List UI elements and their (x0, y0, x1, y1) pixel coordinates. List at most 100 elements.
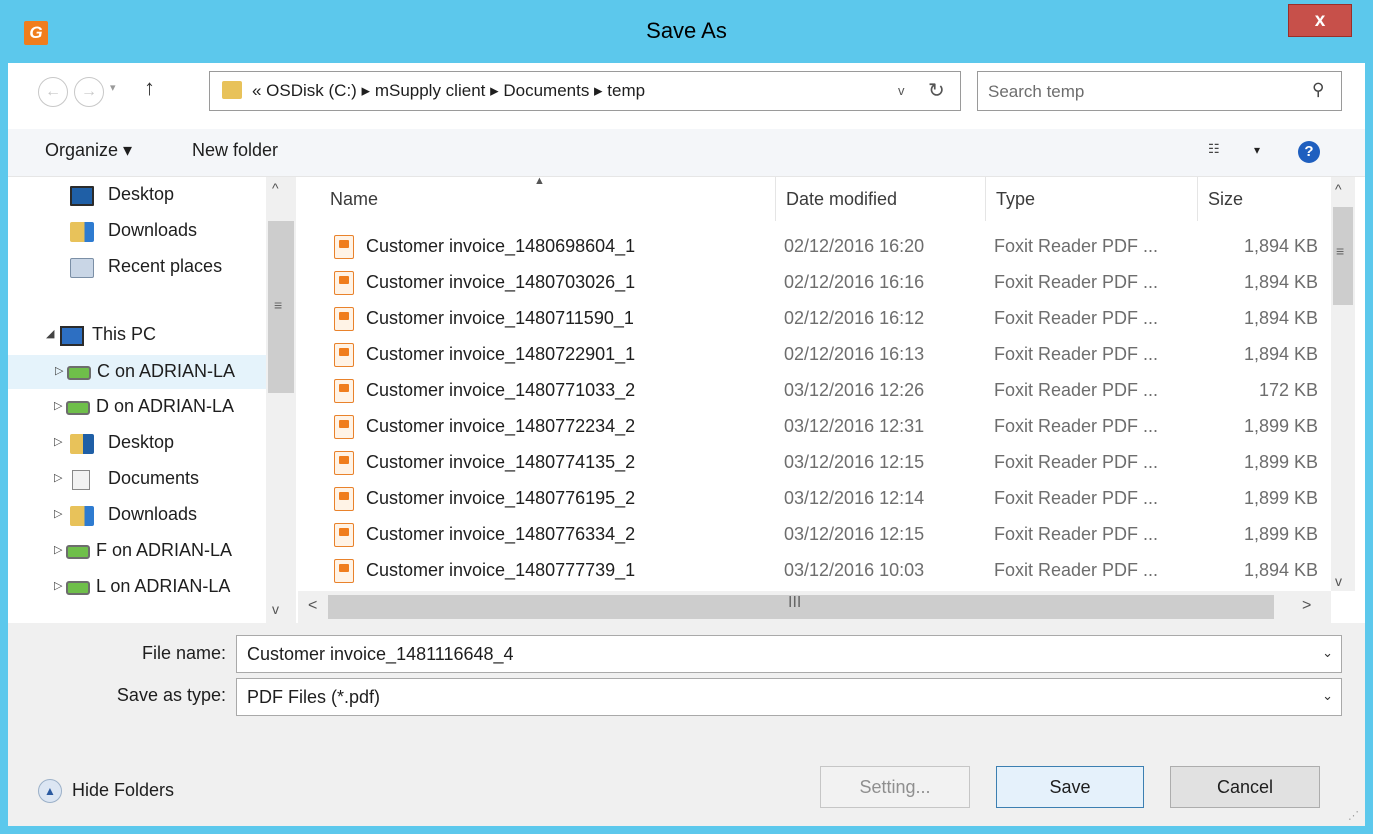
collapsed-arrow-icon[interactable]: ▷ (54, 399, 62, 412)
save-as-type-label: Save as type: (116, 685, 226, 705)
new-folder-button[interactable]: New folder (192, 140, 278, 161)
collapsed-arrow-icon[interactable]: ▷ (54, 471, 62, 484)
nav-item-f-drive[interactable]: ▷ F on ADRIAN-LA (8, 535, 268, 569)
scroll-left-arrow-icon[interactable]: < (308, 597, 317, 615)
chevron-down-icon[interactable]: ⌄ (1322, 645, 1333, 661)
view-dropdown-chevron-icon[interactable]: ▾ (1254, 143, 1260, 157)
breadcrumb[interactable]: « OSDisk (C:) ▸ mSupply client ▸ Documen… (252, 81, 645, 101)
file-type: Foxit Reader PDF ... (994, 452, 1159, 472)
table-row[interactable]: Customer invoice_1480774135_2 03/12/2016… (298, 445, 1331, 481)
nav-item-recent-places[interactable]: Recent places (8, 251, 268, 285)
command-toolbar: Organize ▾ New folder ☷ ▾ ? (8, 129, 1365, 177)
table-row[interactable]: Customer invoice_1480776334_2 03/12/2016… (298, 517, 1331, 553)
scroll-up-arrow-icon[interactable]: ^ (1335, 181, 1342, 197)
view-options-icon[interactable]: ☷ (1208, 141, 1228, 161)
scroll-down-arrow-icon[interactable]: v (272, 601, 279, 617)
setting-button[interactable]: Setting... (820, 766, 970, 808)
file-date: 02/12/2016 16:12 (784, 308, 925, 328)
table-row[interactable]: Customer invoice_1480703026_1 02/12/2016… (298, 265, 1331, 301)
file-date: 03/12/2016 10:03 (784, 560, 925, 580)
scrollbar-grip-icon: III (788, 594, 802, 611)
save-as-type-select[interactable]: PDF Files (*.pdf) ⌄ (236, 678, 1342, 716)
file-size: 1,899 KB (1243, 488, 1318, 508)
cancel-button[interactable]: Cancel (1170, 766, 1320, 808)
file-date: 03/12/2016 12:26 (784, 380, 925, 400)
chevron-down-icon[interactable]: ⌄ (1322, 688, 1333, 704)
column-header-name[interactable]: ▲ Name (298, 177, 776, 221)
network-drive-icon (66, 401, 90, 415)
table-row[interactable]: Customer invoice_1480711590_1 02/12/2016… (298, 301, 1331, 337)
address-dropdown-chevron-icon[interactable]: v (898, 83, 905, 98)
file-size: 1,899 KB (1243, 416, 1318, 436)
save-button[interactable]: Save (996, 766, 1144, 808)
file-type: Foxit Reader PDF ... (994, 524, 1159, 544)
expanded-arrow-icon[interactable]: ◢ (46, 327, 54, 340)
table-row[interactable]: Customer invoice_1480776195_2 03/12/2016… (298, 481, 1331, 517)
scrollbar-grip-icon: ≡ (274, 297, 283, 313)
column-header-size[interactable]: Size (1198, 177, 1331, 221)
pdf-file-icon (334, 307, 354, 331)
up-arrow-icon[interactable]: ↑ (144, 75, 155, 101)
file-size: 1,894 KB (1243, 236, 1318, 256)
nav-item-label: D on ADRIAN-LA (96, 396, 235, 416)
collapsed-arrow-icon[interactable]: ▷ (54, 435, 62, 448)
close-button[interactable]: x (1288, 4, 1352, 37)
table-row[interactable]: Customer invoice_1480777739_1 03/12/2016… (298, 553, 1331, 589)
resize-grip-icon[interactable]: ⋰ (1348, 809, 1359, 822)
table-row[interactable]: Customer invoice_1480722901_1 02/12/2016… (298, 337, 1331, 373)
table-row[interactable]: Customer invoice_1480772234_2 03/12/2016… (298, 409, 1331, 445)
nav-item-l-drive[interactable]: ▷ L on ADRIAN-LA (8, 571, 268, 605)
file-list-horizontal-scrollbar[interactable]: < III > (298, 591, 1331, 623)
title-bar[interactable]: G Save As x (0, 0, 1373, 63)
table-row[interactable]: Customer invoice_1480698604_1 02/12/2016… (298, 229, 1331, 265)
address-bar[interactable]: « OSDisk (C:) ▸ mSupply client ▸ Documen… (209, 71, 961, 111)
file-list-vertical-scrollbar[interactable]: ^ ≡ v (1331, 177, 1355, 591)
nav-pane-scrollbar[interactable]: ^ ≡ v (266, 177, 295, 623)
help-icon[interactable]: ? (1298, 141, 1320, 163)
file-date: 03/12/2016 12:14 (784, 488, 925, 508)
collapsed-arrow-icon[interactable]: ▷ (54, 507, 62, 520)
file-type: Foxit Reader PDF ... (994, 416, 1159, 436)
forward-arrow-icon[interactable]: → (74, 77, 104, 107)
scroll-down-arrow-icon[interactable]: v (1335, 573, 1342, 589)
pdf-file-icon (334, 379, 354, 403)
scroll-right-arrow-icon[interactable]: > (1302, 597, 1311, 615)
collapsed-arrow-icon[interactable]: ▷ (55, 364, 63, 377)
downloads-folder-icon (70, 222, 94, 242)
file-date: 03/12/2016 12:31 (784, 416, 925, 436)
file-type: Foxit Reader PDF ... (994, 272, 1159, 292)
nav-item-this-pc[interactable]: ◢ This PC (8, 319, 268, 353)
hide-folders-button[interactable]: ▲ Hide Folders (38, 779, 174, 803)
nav-item-pc-downloads[interactable]: ▷ Downloads (8, 499, 268, 533)
file-date: 03/12/2016 12:15 (784, 452, 925, 472)
nav-item-desktop[interactable]: Desktop (8, 179, 268, 213)
back-arrow-icon[interactable]: ← (38, 77, 68, 107)
file-name-field[interactable]: Customer invoice_1481116648_4 ⌄ (236, 635, 1342, 673)
column-header-date-modified[interactable]: Date modified (776, 177, 986, 221)
search-box[interactable]: ⚲ (977, 71, 1342, 111)
table-row[interactable]: Customer invoice_1480771033_2 03/12/2016… (298, 373, 1331, 409)
nav-item-d-drive[interactable]: ▷ D on ADRIAN-LA (8, 391, 268, 425)
nav-item-label: Downloads (108, 504, 198, 524)
nav-item-documents[interactable]: ▷ Documents (8, 463, 268, 497)
collapsed-arrow-icon[interactable]: ▷ (54, 579, 62, 592)
nav-item-pc-desktop[interactable]: ▷ Desktop (8, 427, 268, 461)
search-icon[interactable]: ⚲ (1312, 80, 1324, 100)
file-date: 02/12/2016 16:20 (784, 236, 925, 256)
pdf-file-icon (334, 271, 354, 295)
save-options-panel: File name: Customer invoice_1481116648_4… (8, 623, 1365, 826)
nav-item-c-drive[interactable]: ▷ C on ADRIAN-LA (8, 355, 268, 389)
search-input[interactable] (988, 80, 1288, 104)
desktop-folder-icon (70, 434, 94, 454)
collapsed-arrow-icon[interactable]: ▷ (54, 543, 62, 556)
column-header-label: Size (1208, 189, 1244, 209)
file-type: Foxit Reader PDF ... (994, 560, 1159, 580)
column-header-type[interactable]: Type (986, 177, 1198, 221)
refresh-icon[interactable]: ↻ (928, 78, 945, 103)
nav-item-label: Documents (108, 468, 200, 488)
organize-button[interactable]: Organize ▾ (45, 140, 132, 161)
recent-locations-chevron-icon[interactable]: ▾ (110, 81, 116, 94)
file-name-value[interactable]: Customer invoice_1481116648_4 (247, 644, 514, 665)
nav-item-downloads[interactable]: Downloads (8, 215, 268, 249)
scroll-up-arrow-icon[interactable]: ^ (272, 180, 279, 196)
